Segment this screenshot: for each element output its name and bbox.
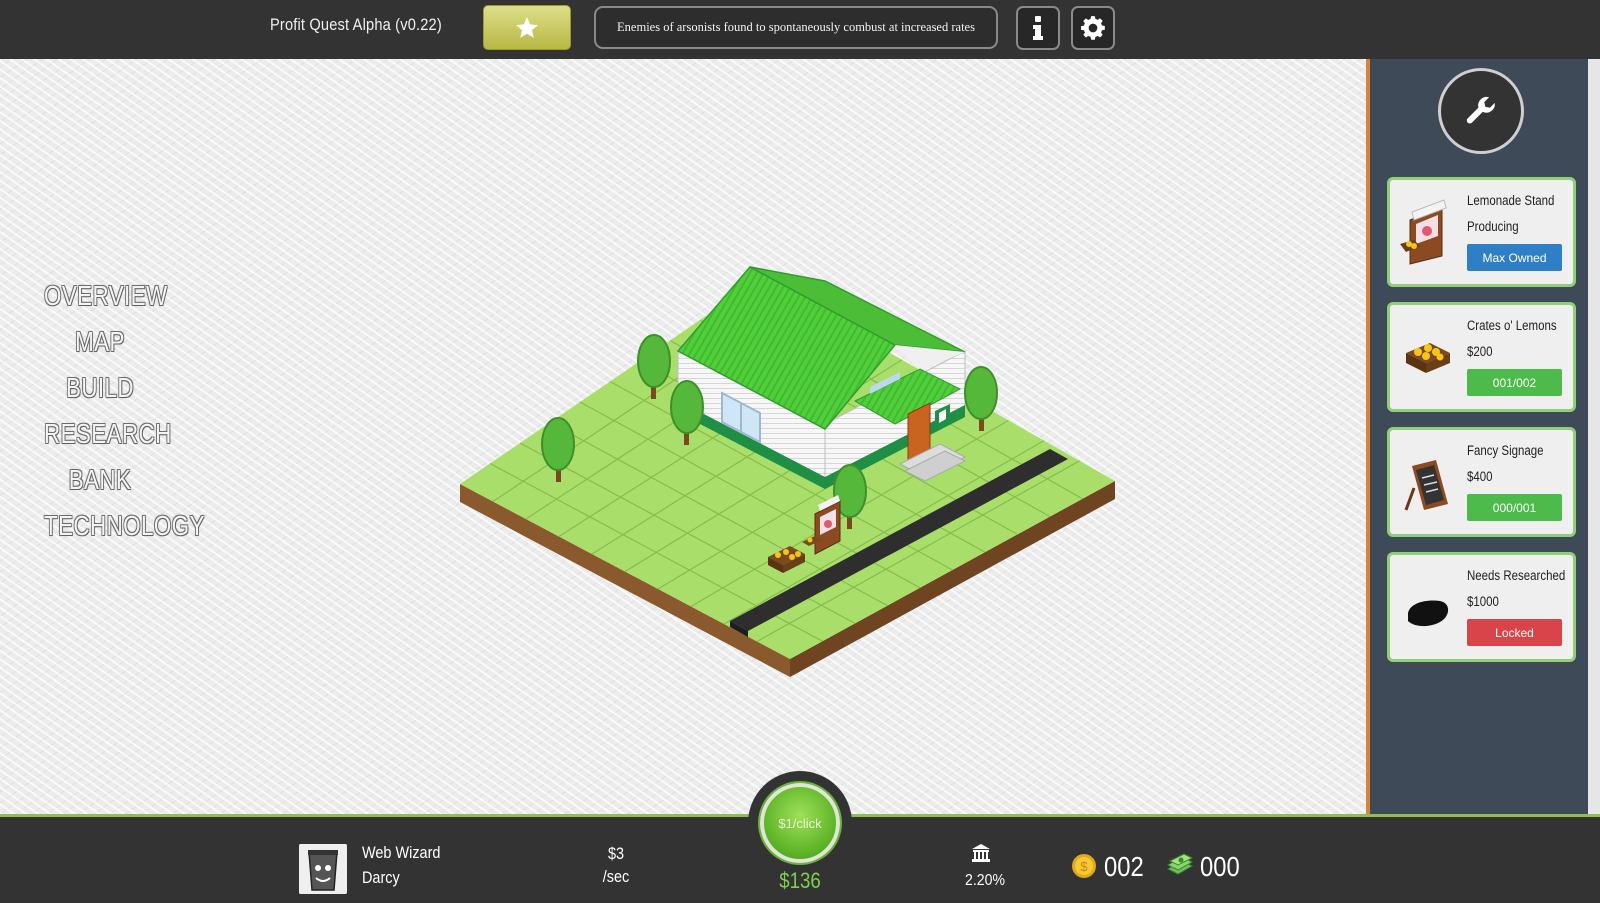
earn-click-button[interactable]: $1/click <box>760 783 840 863</box>
locked-button[interactable]: Locked <box>1467 619 1562 646</box>
max-owned-button[interactable]: Max Owned <box>1467 244 1562 271</box>
wrench-icon <box>1466 96 1495 124</box>
card-title: Crates o' Lemons <box>1467 318 1557 333</box>
news-ticker-text: Enemies of arsonists found to spontaneou… <box>617 20 975 34</box>
income-rate-unit: /sec <box>602 867 630 886</box>
app-title: Profit Quest Alpha (v0.22) <box>270 15 442 34</box>
nav-research[interactable]: RESEARCH <box>44 411 171 457</box>
star-icon <box>516 16 538 38</box>
svg-text:$: $ <box>1080 859 1088 874</box>
avatar[interactable] <box>299 844 347 894</box>
card-subtitle: Producing <box>1467 219 1519 234</box>
card-title: Lemonade Stand <box>1467 193 1555 208</box>
isometric-property-map[interactable] <box>460 209 1140 689</box>
lemon-crate-icon <box>1406 343 1450 373</box>
card-price: $1000 <box>1467 594 1499 609</box>
nav-technology[interactable]: TECHNOLOGY <box>44 503 204 549</box>
shop-card-crates-o-lemons[interactable]: Crates o' Lemons $200 001/002 <box>1387 302 1576 412</box>
cash-count: 000 <box>1200 851 1240 882</box>
status-bar: Web Wizard Darcy $3 /sec $1/click $136 2… <box>0 771 1600 903</box>
sidebar-scrollbar[interactable] <box>1588 59 1600 814</box>
player-title: Web Wizard <box>362 843 441 862</box>
settings-button[interactable] <box>1071 6 1115 50</box>
nav-bank[interactable]: BANK <box>44 457 156 503</box>
main-nav: OVERVIEW MAP BUILD RESEARCH BANK TECHNOL… <box>30 273 204 549</box>
card-title: Fancy Signage <box>1467 443 1544 458</box>
locked-silhouette-icon <box>1408 600 1449 627</box>
info-icon <box>1033 16 1043 40</box>
gear-icon <box>1081 16 1105 40</box>
card-price: $200 <box>1467 344 1493 359</box>
game-area: OVERVIEW MAP BUILD RESEARCH BANK TECHNOL… <box>0 59 1366 814</box>
news-ticker: Enemies of arsonists found to spontaneou… <box>594 6 998 49</box>
buy-button[interactable]: 000/001 <box>1467 494 1562 521</box>
buy-button[interactable]: 001/002 <box>1467 369 1562 396</box>
nav-map[interactable]: MAP <box>44 319 156 365</box>
shop-card-needs-researched[interactable]: Needs Researched $1000 Locked <box>1387 552 1576 662</box>
tools-button[interactable] <box>1438 68 1524 154</box>
shop-card-fancy-signage[interactable]: Fancy Signage $400 000/001 <box>1387 427 1576 537</box>
coin-icon: $ <box>1072 854 1096 878</box>
card-title: Needs Researched <box>1467 568 1566 583</box>
cash-stack-icon <box>1166 853 1194 875</box>
nav-build[interactable]: BUILD <box>44 365 156 411</box>
lemonade-stand-icon <box>1400 199 1447 265</box>
nav-overview[interactable]: OVERVIEW <box>44 273 167 319</box>
interest-rate: 2.20% <box>965 872 1005 889</box>
bank-icon <box>972 844 990 862</box>
top-bar: Profit Quest Alpha (v0.22) Enemies of ar… <box>0 0 1600 59</box>
card-price: $400 <box>1467 469 1493 484</box>
player-name[interactable]: Darcy <box>362 868 400 888</box>
shop-card-lemonade-stand[interactable]: Lemonade Stand Producing Max Owned <box>1387 177 1576 287</box>
click-value-label: $1/click <box>778 815 822 831</box>
income-rate-amount: $3 <box>607 844 625 863</box>
info-button[interactable] <box>1016 6 1060 50</box>
build-sidebar: Lemonade Stand Producing Max Owned Crate… <box>1366 59 1600 814</box>
money-balance: $136 <box>779 868 821 893</box>
chalkboard-sign-icon <box>1404 460 1448 511</box>
coin-count: 002 <box>1104 851 1144 882</box>
income-rate: $3 /sec <box>599 842 633 888</box>
favorite-button[interactable] <box>483 5 571 50</box>
